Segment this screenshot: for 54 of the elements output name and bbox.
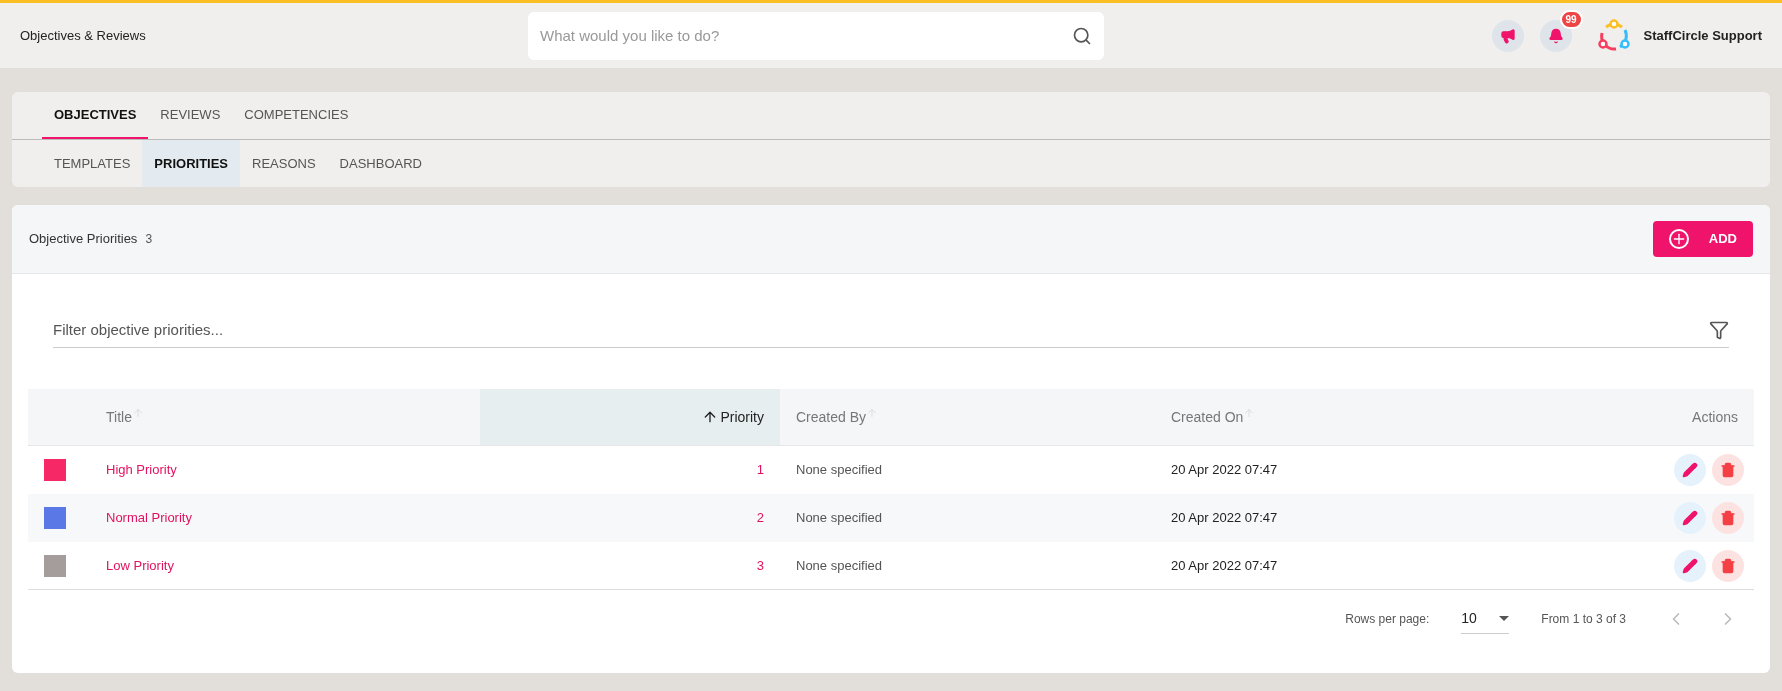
- page-title: Objectives & Reviews: [20, 26, 147, 45]
- created-by-cell-text: None specified: [795, 509, 883, 528]
- add-button[interactable]: ADD: [1652, 221, 1753, 257]
- notification-count: 99: [1559, 9, 1583, 29]
- search-icon: [1072, 25, 1092, 46]
- edit-button[interactable]: [1674, 454, 1706, 486]
- delete-button[interactable]: [1712, 454, 1744, 486]
- edit-button[interactable]: [1674, 549, 1706, 582]
- created-by-cell-text: None specified: [795, 556, 883, 575]
- column-header[interactable]: Created By: [780, 389, 1155, 445]
- title-link[interactable]: Low Priority: [90, 555, 480, 576]
- column-header[interactable]: Actions: [1455, 389, 1754, 445]
- subtab[interactable]: REASONS: [240, 140, 328, 187]
- created-on-cell-text: 20 Apr 2022 07:47: [1170, 509, 1279, 528]
- priority-cell-text: 1: [755, 461, 765, 480]
- created-on-cell-text: 20 Apr 2022 07:47: [1170, 556, 1279, 575]
- pencil-icon: [1682, 557, 1698, 574]
- user-name[interactable]: StaffCircle Support: [1643, 25, 1762, 46]
- column-header[interactable]: Title: [90, 389, 480, 445]
- edit-button[interactable]: [1674, 502, 1706, 534]
- tab[interactable]: OBJECTIVES: [42, 92, 149, 139]
- bell-icon: [1547, 27, 1564, 44]
- filter-field[interactable]: Filter objective priorities...: [53, 312, 1729, 348]
- pencil-icon: [1682, 462, 1698, 478]
- filter-icon: [1709, 320, 1729, 340]
- tab[interactable]: REVIEWS: [148, 92, 233, 139]
- pencil-icon: [1682, 510, 1698, 526]
- panel-title: Objective Priorities: [29, 230, 138, 249]
- column-header[interactable]: Priority: [480, 389, 780, 445]
- trash-icon: [1720, 510, 1736, 526]
- tab[interactable]: COMPETENCIES: [232, 92, 361, 139]
- title-link[interactable]: Normal Priority: [90, 508, 480, 528]
- delete-button[interactable]: [1712, 549, 1744, 582]
- trash-icon: [1720, 557, 1736, 574]
- item-count: 3: [145, 231, 153, 248]
- page-range: From 1 to 3 of 3: [1541, 611, 1626, 628]
- created-by-cell-text: None specified: [795, 461, 883, 480]
- subtab[interactable]: DASHBOARD: [327, 140, 434, 187]
- subtab[interactable]: PRIORITIES: [142, 140, 241, 187]
- rows-per-page-select[interactable]: 10: [1461, 604, 1510, 634]
- delete-button[interactable]: [1712, 502, 1744, 534]
- created-on-cell-text: 20 Apr 2022 07:47: [1170, 461, 1279, 480]
- trash-icon: [1720, 462, 1736, 478]
- search-field[interactable]: What would you like to do?: [528, 11, 1104, 60]
- megaphone-icon: [1499, 27, 1516, 44]
- rows-per-page-label: Rows per page:: [1345, 611, 1430, 628]
- priority-cell-text: 2: [755, 509, 765, 528]
- priority-cell-text: 3: [755, 556, 765, 575]
- announcements-button[interactable]: [1491, 19, 1524, 52]
- subtab[interactable]: TEMPLATES: [42, 140, 143, 187]
- column-header[interactable]: Created On: [1155, 389, 1455, 445]
- dropdown-caret-icon: [1499, 616, 1510, 621]
- title-link[interactable]: High Priority: [90, 460, 480, 480]
- logo-icon: [1595, 17, 1632, 54]
